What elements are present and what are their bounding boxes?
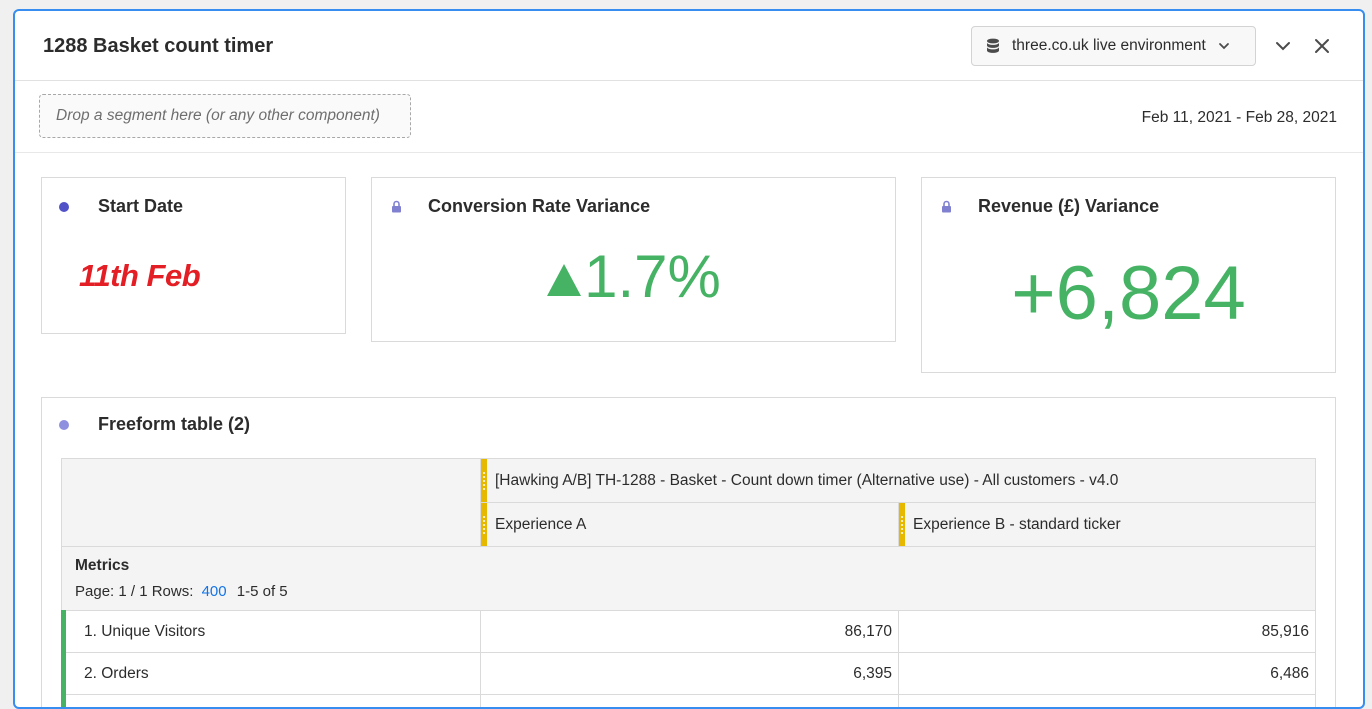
table-cell[interactable]: 6,486 <box>899 653 1316 695</box>
table-cell[interactable]: 6,395 <box>481 653 899 695</box>
chevron-down-icon <box>1218 40 1230 52</box>
table-row[interactable] <box>62 695 1316 709</box>
table-row[interactable]: 2. Orders 6,395 6,486 <box>62 653 1316 695</box>
status-dot-icon <box>59 202 69 212</box>
analysis-panel: 1288 Basket count timer three.co.uk live… <box>13 9 1365 709</box>
card-title: Revenue (£) Variance <box>978 196 1159 217</box>
table-cell[interactable] <box>481 695 899 709</box>
row-indicator <box>61 694 66 709</box>
dimension-label: [Hawking A/B] TH-1288 - Basket - Count d… <box>495 472 1118 489</box>
row-label-cell[interactable] <box>62 695 481 709</box>
column-label: Experience B - standard ticker <box>913 516 1121 533</box>
panel-header: 1288 Basket count timer three.co.uk live… <box>15 11 1363 81</box>
lock-icon <box>391 200 402 213</box>
segment-bar: Drop a segment here (or any other compon… <box>15 81 1363 153</box>
freeform-table-title[interactable]: Freeform table (2) <box>98 414 250 435</box>
revenue-variance-value: +6,824 <box>922 250 1335 337</box>
table-row[interactable]: 1. Unique Visitors 86,170 85,916 <box>62 611 1316 653</box>
segment-dropzone[interactable]: Drop a segment here (or any other compon… <box>39 94 411 138</box>
table-cell[interactable]: 85,916 <box>899 611 1316 653</box>
drag-handle-icon[interactable] <box>899 503 905 546</box>
date-range[interactable]: Feb 11, 2021 - Feb 28, 2021 <box>1142 109 1337 127</box>
page-info: Page: 1 / 1 Rows: <box>75 583 193 600</box>
table-corner <box>62 459 481 547</box>
lock-icon <box>941 200 952 213</box>
row-label: 1. Unique Visitors <box>84 623 205 640</box>
row-label-cell[interactable]: 2. Orders <box>62 653 481 695</box>
column-header-experience-b[interactable]: Experience B - standard ticker <box>899 503 1316 547</box>
metrics-header: Metrics Page: 1 / 1 Rows: 400 1-5 of 5 <box>62 547 1316 611</box>
conversion-rate-number: 1.7% <box>584 242 721 311</box>
column-header-experience-a[interactable]: Experience A <box>481 503 899 547</box>
row-label-cell[interactable]: 1. Unique Visitors <box>62 611 481 653</box>
column-label: Experience A <box>495 516 586 533</box>
row-indicator <box>61 610 66 653</box>
database-icon <box>986 38 1000 54</box>
table-cell[interactable]: 86,170 <box>481 611 899 653</box>
card-title: Conversion Rate Variance <box>428 196 650 217</box>
start-date-value: 11th Feb <box>79 258 200 294</box>
start-date-card: Start Date 11th Feb <box>41 177 346 334</box>
conversion-rate-card: Conversion Rate Variance 1.7% <box>371 177 896 342</box>
report-suite-picker[interactable]: three.co.uk live environment <box>971 26 1256 66</box>
freeform-table: [Hawking A/B] TH-1288 - Basket - Count d… <box>61 458 1316 709</box>
close-button[interactable] <box>1311 35 1333 57</box>
range-info: 1-5 of 5 <box>237 583 288 600</box>
table-cell[interactable] <box>899 695 1316 709</box>
collapse-button[interactable] <box>1272 35 1294 57</box>
chevron-down-icon <box>1274 37 1292 55</box>
conversion-rate-value: 1.7% <box>372 242 895 311</box>
card-title: Start Date <box>98 196 183 217</box>
metrics-label: Metrics <box>75 557 1302 575</box>
status-dot-icon <box>59 420 69 430</box>
dimension-header[interactable]: [Hawking A/B] TH-1288 - Basket - Count d… <box>481 459 1316 503</box>
report-suite-label: three.co.uk live environment <box>1012 37 1206 55</box>
triangle-up-icon <box>546 262 582 298</box>
row-label: 2. Orders <box>84 665 149 682</box>
revenue-variance-card: Revenue (£) Variance +6,824 <box>921 177 1336 373</box>
rows-per-page-selector[interactable]: 400 <box>202 583 227 600</box>
pagination: Page: 1 / 1 Rows: 400 1-5 of 5 <box>75 583 1302 600</box>
drag-handle-icon[interactable] <box>481 503 487 546</box>
close-icon <box>1314 38 1330 54</box>
panel-title[interactable]: 1288 Basket count timer <box>43 35 273 58</box>
freeform-table-card: Freeform table (2) [Hawking A/B] TH-1288… <box>41 397 1336 709</box>
row-indicator <box>61 652 66 695</box>
drag-handle-icon[interactable] <box>481 459 487 502</box>
